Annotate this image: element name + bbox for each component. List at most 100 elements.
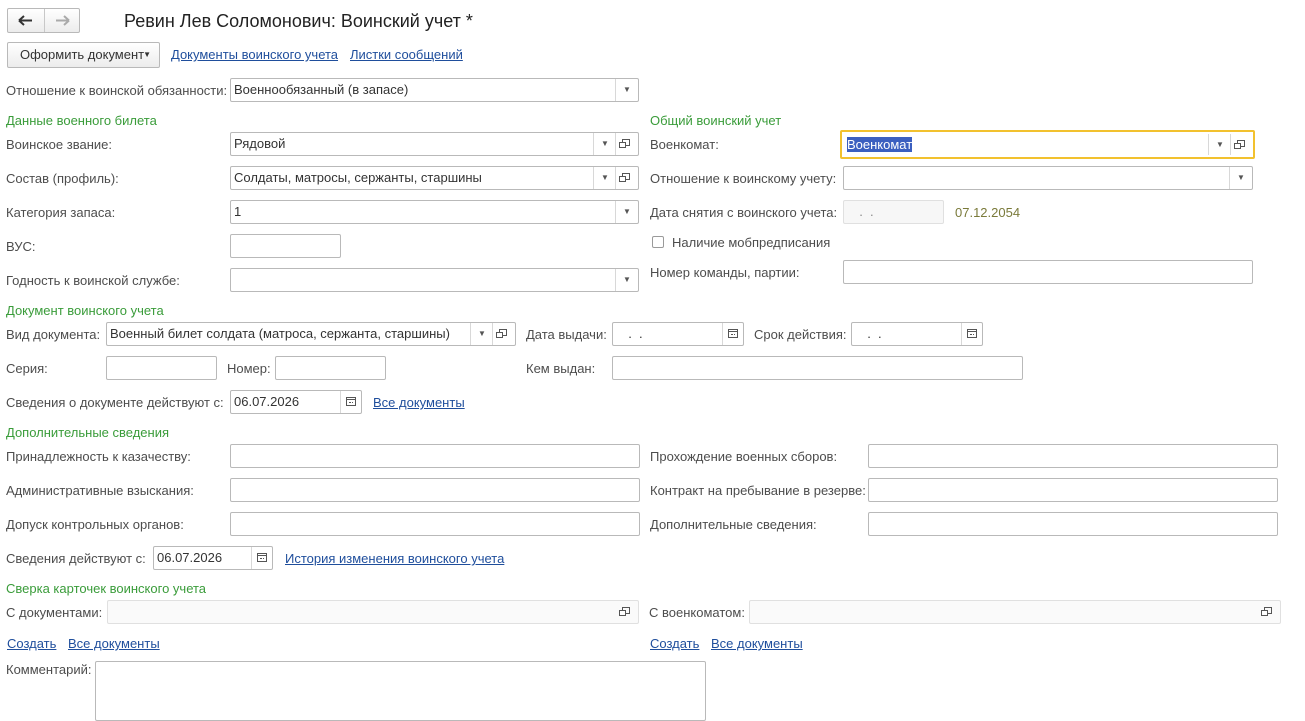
doc-type-select[interactable]: Военный билет солдата (матроса, сержанта… bbox=[106, 322, 516, 346]
chevron-down-icon[interactable]: ▼ bbox=[470, 323, 493, 345]
chevron-down-icon[interactable]: ▼ bbox=[1229, 167, 1252, 189]
office-select[interactable]: Военкомат ▼ bbox=[840, 130, 1255, 159]
doc-since-label: Сведения о документе действуют с: bbox=[6, 395, 224, 410]
extra-since-date-input[interactable]: 06.07.2026 bbox=[153, 546, 273, 570]
open-icon[interactable] bbox=[1230, 134, 1253, 155]
attitude-label: Отношение к воинскому учету: bbox=[650, 171, 837, 186]
series-label: Серия: bbox=[6, 361, 48, 376]
office-label: Военкомат: bbox=[650, 137, 719, 152]
removal-hint: 07.12.2054 bbox=[955, 205, 1021, 220]
issuer-label: Кем выдан: bbox=[526, 361, 596, 376]
fitness-label: Годность к воинской службе: bbox=[6, 273, 180, 288]
back-button[interactable] bbox=[8, 9, 45, 32]
rank-select[interactable]: Рядовой ▼ bbox=[230, 132, 639, 156]
reconcile-section-title: Сверка карточек воинского учета bbox=[6, 581, 207, 596]
calendar-icon[interactable] bbox=[961, 323, 982, 345]
removal-date-input[interactable]: . . bbox=[843, 200, 944, 224]
all-documents-link-right[interactable]: Все документы bbox=[711, 636, 803, 652]
ticket-section-title: Данные военного билета bbox=[6, 113, 157, 128]
chevron-down-icon[interactable]: ▼ bbox=[593, 133, 616, 155]
penalties-label: Административные взыскания: bbox=[6, 483, 194, 498]
open-icon[interactable] bbox=[615, 167, 638, 189]
calendar-icon[interactable] bbox=[251, 547, 272, 569]
comment-label: Комментарий: bbox=[6, 662, 92, 677]
nav-back-forward bbox=[7, 8, 80, 33]
chevron-down-icon: ▼ bbox=[143, 50, 151, 59]
valid-label: Срок действия: bbox=[754, 327, 847, 342]
calendar-icon[interactable] bbox=[340, 391, 361, 413]
series-input[interactable] bbox=[106, 356, 217, 380]
penalties-input[interactable] bbox=[230, 478, 640, 502]
reconcile-office-label: С военкоматом: bbox=[649, 605, 745, 620]
team-input[interactable] bbox=[843, 260, 1253, 284]
arrow-left-icon bbox=[18, 15, 32, 26]
chevron-down-icon[interactable]: ▼ bbox=[593, 167, 616, 189]
profile-value: Солдаты, матросы, сержанты, старшины bbox=[234, 170, 482, 185]
create-document-button[interactable]: Оформить документ ▼ bbox=[7, 42, 160, 68]
history-link[interactable]: История изменения воинского учета bbox=[285, 551, 504, 567]
reserve-select[interactable]: 1 ▼ bbox=[230, 200, 639, 224]
attitude-select[interactable]: ▼ bbox=[843, 166, 1253, 190]
arrow-right-icon bbox=[56, 15, 70, 26]
profile-label: Состав (профиль): bbox=[6, 171, 119, 186]
additional-label: Дополнительные сведения: bbox=[650, 517, 817, 532]
chevron-down-icon[interactable]: ▼ bbox=[615, 269, 638, 291]
valid-date-input[interactable]: . . bbox=[851, 322, 983, 346]
military-documents-link[interactable]: Документы воинского учета bbox=[171, 47, 338, 63]
reserve-value: 1 bbox=[234, 204, 242, 219]
all-documents-link-left[interactable]: Все документы bbox=[68, 636, 160, 652]
general-section-title: Общий воинский учет bbox=[650, 113, 782, 128]
mob-checkbox[interactable] bbox=[652, 236, 664, 248]
contract-input[interactable] bbox=[868, 478, 1278, 502]
doc-type-label: Вид документа: bbox=[6, 327, 101, 342]
vus-input[interactable] bbox=[230, 234, 341, 258]
valid-date-value: . . bbox=[860, 326, 882, 341]
calendar-icon[interactable] bbox=[722, 323, 743, 345]
duty-label: Отношение к воинской обязанности: bbox=[6, 83, 228, 98]
all-documents-link[interactable]: Все документы bbox=[373, 395, 465, 411]
reserve-label: Категория запаса: bbox=[6, 205, 116, 220]
additional-input[interactable] bbox=[868, 512, 1278, 536]
open-icon[interactable] bbox=[492, 323, 515, 345]
reconcile-docs-input[interactable] bbox=[107, 600, 639, 624]
number-input[interactable] bbox=[275, 356, 386, 380]
issue-date-label: Дата выдачи: bbox=[526, 327, 607, 342]
duty-value: Военнообязанный (в запасе) bbox=[234, 82, 409, 97]
open-icon[interactable] bbox=[615, 133, 638, 155]
office-value: Военкомат bbox=[847, 137, 913, 152]
comment-textarea[interactable] bbox=[95, 661, 706, 721]
chevron-down-icon[interactable]: ▼ bbox=[615, 79, 638, 101]
doc-since-date-input[interactable]: 06.07.2026 bbox=[230, 390, 362, 414]
reconcile-docs-label: С документами: bbox=[6, 605, 103, 620]
open-icon[interactable] bbox=[616, 601, 638, 623]
rank-value: Рядовой bbox=[234, 136, 286, 151]
chevron-down-icon[interactable]: ▼ bbox=[1208, 134, 1231, 155]
create-document-label: Оформить документ bbox=[20, 47, 145, 62]
extra-since-label: Сведения действуют с: bbox=[6, 551, 146, 566]
forward-button[interactable] bbox=[45, 9, 80, 32]
removal-value: . . bbox=[852, 204, 874, 219]
team-label: Номер команды, партии: bbox=[650, 265, 800, 280]
cossack-input[interactable] bbox=[230, 444, 640, 468]
issue-date-value: . . bbox=[621, 326, 643, 341]
chevron-down-icon[interactable]: ▼ bbox=[615, 201, 638, 223]
access-input[interactable] bbox=[230, 512, 640, 536]
create-link-right[interactable]: Создать bbox=[650, 636, 699, 652]
profile-select[interactable]: Солдаты, матросы, сержанты, старшины ▼ bbox=[230, 166, 639, 190]
fitness-select[interactable]: ▼ bbox=[230, 268, 639, 292]
duty-select[interactable]: Военнообязанный (в запасе) ▼ bbox=[230, 78, 639, 102]
create-link-left[interactable]: Создать bbox=[7, 636, 56, 652]
extra-since-value: 06.07.2026 bbox=[157, 550, 223, 565]
doc-type-value: Военный билет солдата (матроса, сержанта… bbox=[110, 326, 450, 341]
document-section-title: Документ воинского учета bbox=[6, 303, 164, 318]
mob-label: Наличие мобпредписания bbox=[672, 235, 831, 250]
issuer-input[interactable] bbox=[612, 356, 1023, 380]
cossack-label: Принадлежность к казачеству: bbox=[6, 449, 191, 464]
issue-date-input[interactable]: . . bbox=[612, 322, 744, 346]
access-label: Допуск контрольных органов: bbox=[6, 517, 184, 532]
reconcile-office-input[interactable] bbox=[749, 600, 1281, 624]
vus-label: ВУС: bbox=[6, 239, 36, 254]
messages-link[interactable]: Листки сообщений bbox=[350, 47, 463, 63]
training-input[interactable] bbox=[868, 444, 1278, 468]
open-icon[interactable] bbox=[1258, 601, 1280, 623]
